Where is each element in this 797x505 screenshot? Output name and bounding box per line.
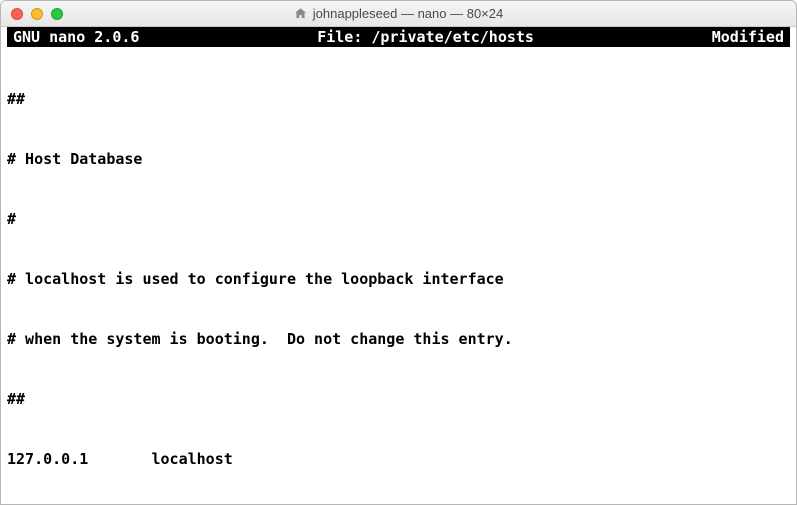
nano-status-bar: GNU nano 2.0.6 File: /private/etc/hosts … [7, 27, 790, 47]
window-title-wrap: johnappleseed — nano — 80×24 [1, 6, 796, 21]
editor-line: # [7, 209, 790, 229]
editor-line: # Host Database [7, 149, 790, 169]
nano-file-path: File: /private/etc/hosts [141, 27, 709, 47]
editor-line: # localhost is used to configure the loo… [7, 269, 790, 289]
terminal-viewport[interactable]: GNU nano 2.0.6 File: /private/etc/hosts … [1, 27, 796, 504]
window-title: johnappleseed — nano — 80×24 [313, 6, 503, 21]
terminal-window: johnappleseed — nano — 80×24 GNU nano 2.… [0, 0, 797, 505]
window-controls [11, 8, 63, 20]
nano-modified: Modified [710, 27, 786, 47]
minimize-icon[interactable] [31, 8, 43, 20]
editor-line: # when the system is booting. Do not cha… [7, 329, 790, 349]
close-icon[interactable] [11, 8, 23, 20]
editor-content[interactable]: ## # Host Database # # localhost is used… [7, 47, 790, 504]
nano-version: GNU nano 2.0.6 [11, 27, 141, 47]
zoom-icon[interactable] [51, 8, 63, 20]
editor-line: ## [7, 89, 790, 109]
editor-line: 127.0.0.1 localhost [7, 449, 790, 469]
editor-line: ## [7, 389, 790, 409]
titlebar[interactable]: johnappleseed — nano — 80×24 [1, 1, 796, 27]
home-folder-icon [294, 7, 307, 20]
